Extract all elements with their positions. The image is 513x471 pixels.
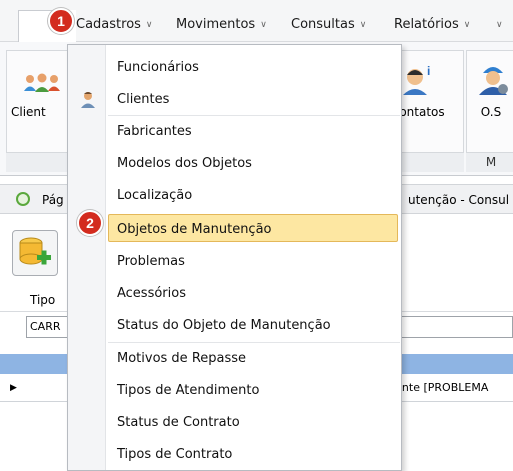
menu-cadastros[interactable]: Cadastros ∨ [76,17,153,32]
cadastros-dropdown-menu: Funcionários Clientes Fabricantes Modelo… [67,44,402,471]
chevron-down-icon: ∨ [463,20,471,30]
menu-consultas-label: Consultas [291,17,355,32]
menu-item-label: Acessórios [117,286,186,301]
menu-movimentos-label: Movimentos [176,17,256,32]
ribbon-group-bar [400,152,464,172]
page-tab-right-label[interactable]: utenção - Consul [408,193,509,207]
menu-item-funcionarios[interactable]: Funcionários [68,52,401,84]
menu-item-status-do-objeto[interactable]: Status do Objeto de Manutenção [68,310,401,342]
menu-relatorios[interactable]: Relatórios ∨ [394,17,470,32]
menu-item-tipos-de-atendimento[interactable]: Tipos de Atendimento [68,375,401,407]
ribbon-clientes-button[interactable]: Client [6,50,68,154]
step-badge-1: 1 [48,8,74,34]
menu-bar: Cadastros ∨ Movimentos ∨ Consultas ∨ Relató… [0,0,513,43]
menu-item-status-de-contrato[interactable]: Status de Contrato [68,407,401,439]
ribbon-group-bar [6,152,68,172]
menu-item-label: Problemas [117,254,185,269]
ribbon-contatos-button[interactable]: i ontatos [399,50,464,154]
menu-item-motivos-de-repasse[interactable]: Motivos de Repasse [68,343,401,375]
menu-item-label: Status de Contrato [117,415,240,430]
step-badge-2: 2 [77,210,103,236]
menu-item-label: Funcionários [117,60,199,75]
filter-column-tipo: Tipo [30,293,56,307]
add-record-button[interactable] [12,230,58,276]
menu-item-acessorios[interactable]: Acessórios [68,278,401,310]
ribbon-clientes-label: Client [11,105,46,119]
menu-item-label: Clientes [117,92,170,107]
menu-more[interactable]: ∨ [491,17,503,32]
menu-item-problemas[interactable]: Problemas [68,246,401,278]
menu-item-label: Status do Objeto de Manutenção [117,318,331,333]
row-pointer-icon: ▶ [10,383,17,393]
menu-item-label: Objetos de Manutenção [117,222,272,237]
menu-consultas[interactable]: Consultas ∨ [291,17,366,32]
menu-item-label: Modelos dos Objetos [117,156,252,171]
ribbon-os-label: O.S [480,105,502,119]
menu-item-label: Tipos de Atendimento [117,383,260,398]
menu-movimentos[interactable]: Movimentos ∨ [176,17,267,32]
menu-item-objetos-de-manutencao[interactable]: Objetos de Manutenção [108,214,398,242]
page-tab-left-label[interactable]: Pág [42,193,64,207]
menu-item-label: Localização [117,188,193,203]
menu-item-clientes[interactable]: Clientes [68,84,401,116]
menu-item-localizacao[interactable]: Localização [68,180,401,212]
menu-item-fabricantes[interactable]: Fabricantes [68,116,401,148]
chevron-down-icon: ∨ [359,20,367,30]
chevron-down-icon: ∨ [496,20,503,30]
svg-text:i: i [427,65,430,78]
ribbon-os-button[interactable]: O.S [466,50,513,154]
user-icon [81,92,95,108]
worker-icon [479,67,508,95]
menu-relatorios-label: Relatórios [394,17,459,32]
chevron-down-icon: ∨ [260,20,267,30]
contact-icon: i [403,65,430,95]
menu-item-tipos-de-contrato[interactable]: Tipos de Contrato [68,439,401,471]
menu-item-label: Motivos de Repasse [117,351,247,366]
menu-item-modelos-dos-objetos[interactable]: Modelos dos Objetos [68,148,401,180]
refresh-icon[interactable] [16,192,30,206]
chevron-down-icon: ∨ [145,20,153,30]
ribbon-group-label: M [466,152,513,172]
menu-cadastros-label: Cadastros [76,17,141,32]
menu-item-label: Tipos de Contrato [117,447,233,462]
menu-item-label: Fabricantes [117,124,192,139]
users-icon [24,73,60,92]
database-add-icon [19,237,51,265]
